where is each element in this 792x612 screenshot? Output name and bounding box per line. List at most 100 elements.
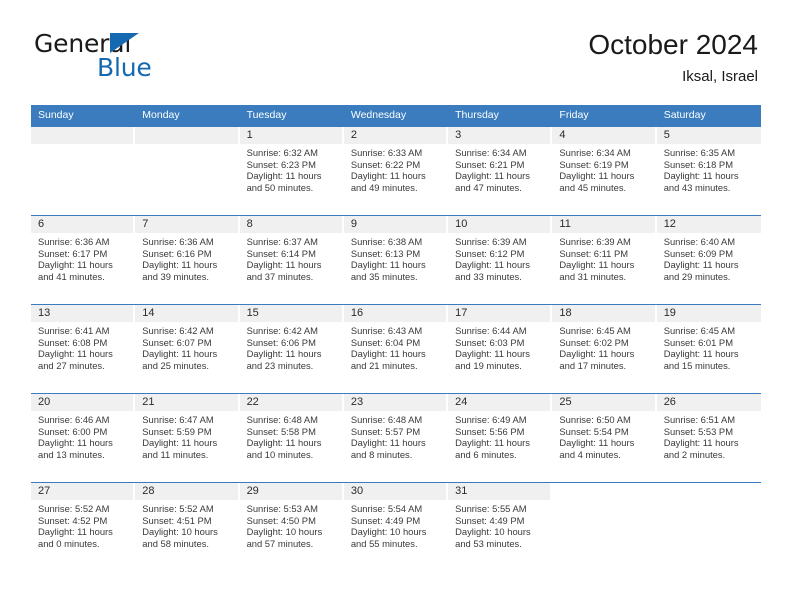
day-cell[interactable]: 6 Sunrise: 6:36 AM Sunset: 6:17 PM Dayli… [31, 216, 135, 304]
day-number: 26 [656, 394, 761, 411]
day-cell[interactable]: 12 Sunrise: 6:40 AM Sunset: 6:09 PM Dayl… [656, 216, 761, 304]
sunset-text: Sunset: 5:57 PM [350, 425, 421, 437]
day-number [657, 483, 761, 500]
sunset-text: Sunset: 6:09 PM [663, 247, 733, 259]
day-cell[interactable]: 25 Sunrise: 6:50 AM Sunset: 5:54 PM Dayl… [552, 394, 656, 482]
day-cell[interactable]: 2 Sunrise: 6:33 AM Sunset: 6:22 PM Dayli… [343, 127, 448, 215]
day-cell[interactable]: 14 Sunrise: 6:42 AM Sunset: 6:07 PM Dayl… [135, 305, 239, 393]
daylight-text-line1: Daylight: 10 hours [142, 526, 218, 538]
weekday-header-friday: Friday [559, 109, 589, 121]
daylight-text-line1: Daylight: 10 hours [350, 526, 427, 538]
day-details [552, 500, 654, 503]
day-number: 6 [31, 216, 134, 233]
sunrise-text: Sunrise: 6:51 AM [663, 414, 736, 425]
sunrise-text: Sunrise: 5:52 AM [38, 503, 110, 514]
weekday-header-thursday: Thursday [455, 109, 499, 121]
week-row: 1 Sunrise: 6:32 AM Sunset: 6:23 PM Dayli… [31, 126, 761, 215]
daylight-text-line1: Daylight: 11 hours [246, 170, 322, 182]
sunrise-text: Sunrise: 6:37 AM [246, 236, 318, 247]
sunset-text: Sunset: 6:17 PM [38, 247, 108, 259]
sunrise-text: Sunrise: 6:36 AM [142, 236, 214, 247]
daylight-text-line2: and 55 minutes. [350, 537, 418, 549]
day-cell[interactable]: 13 Sunrise: 6:41 AM Sunset: 6:08 PM Dayl… [31, 305, 135, 393]
sunset-text: Sunset: 6:22 PM [350, 158, 421, 170]
day-details: Sunrise: 6:38 AM Sunset: 6:13 PM Dayligh… [344, 233, 446, 282]
sunset-text: Sunset: 6:23 PM [246, 158, 316, 170]
daylight-text-line2: and 58 minutes. [142, 537, 209, 549]
day-cell[interactable]: 24 Sunrise: 6:49 AM Sunset: 5:56 PM Dayl… [448, 394, 552, 482]
day-number: 12 [656, 216, 761, 233]
day-number: 29 [239, 483, 342, 500]
day-cell[interactable]: 16 Sunrise: 6:43 AM Sunset: 6:04 PM Dayl… [343, 305, 448, 393]
day-details: Sunrise: 6:39 AM Sunset: 6:11 PM Dayligh… [552, 233, 654, 282]
day-details: Sunrise: 6:36 AM Sunset: 6:16 PM Dayligh… [135, 233, 237, 282]
daylight-text-line2: and 25 minutes. [142, 359, 209, 371]
daylight-text-line1: Daylight: 11 hours [246, 259, 322, 271]
day-cell[interactable]: 8 Sunrise: 6:37 AM Sunset: 6:14 PM Dayli… [239, 216, 344, 304]
day-cell[interactable]: 11 Sunrise: 6:39 AM Sunset: 6:11 PM Dayl… [552, 216, 656, 304]
general-blue-logo[interactable]: General Blue [34, 30, 234, 90]
day-cell[interactable]: 30 Sunrise: 5:54 AM Sunset: 4:49 PM Dayl… [343, 483, 448, 571]
day-cell[interactable]: 31 Sunrise: 5:55 AM Sunset: 4:49 PM Dayl… [448, 483, 552, 571]
sunset-text: Sunset: 6:07 PM [142, 336, 212, 348]
daylight-text-line1: Daylight: 11 hours [455, 437, 530, 449]
daylight-text-line2: and 8 minutes. [350, 448, 413, 460]
day-cell[interactable]: 27 Sunrise: 5:52 AM Sunset: 4:52 PM Dayl… [31, 483, 135, 571]
sunrise-text: Sunrise: 6:42 AM [142, 325, 214, 336]
day-number: 24 [448, 394, 551, 411]
day-cell[interactable]: 23 Sunrise: 6:48 AM Sunset: 5:57 PM Dayl… [343, 394, 448, 482]
daylight-text-line1: Daylight: 10 hours [455, 526, 531, 538]
day-cell[interactable]: 20 Sunrise: 6:46 AM Sunset: 6:00 PM Dayl… [31, 394, 135, 482]
daylight-text-line2: and 13 minutes. [38, 448, 105, 460]
sunset-text: Sunset: 6:08 PM [38, 336, 108, 348]
day-cell[interactable]: 17 Sunrise: 6:44 AM Sunset: 6:03 PM Dayl… [448, 305, 552, 393]
sunset-text: Sunset: 5:58 PM [246, 425, 316, 437]
week-row: 20 Sunrise: 6:46 AM Sunset: 6:00 PM Dayl… [31, 393, 761, 482]
sunrise-text: Sunrise: 6:44 AM [455, 325, 527, 336]
sunset-text: Sunset: 4:52 PM [38, 514, 108, 526]
day-details [657, 500, 761, 503]
daylight-text-line2: and 49 minutes. [350, 181, 418, 193]
day-cell[interactable]: 19 Sunrise: 6:45 AM Sunset: 6:01 PM Dayl… [656, 305, 761, 393]
day-cell[interactable] [135, 127, 239, 215]
sunrise-text: Sunrise: 6:40 AM [663, 236, 736, 247]
day-cell[interactable]: 21 Sunrise: 6:47 AM Sunset: 5:59 PM Dayl… [135, 394, 239, 482]
day-number: 4 [552, 127, 655, 144]
day-cell[interactable]: 29 Sunrise: 5:53 AM Sunset: 4:50 PM Dayl… [239, 483, 344, 571]
day-details: Sunrise: 6:50 AM Sunset: 5:54 PM Dayligh… [552, 411, 654, 460]
sunrise-text: Sunrise: 6:36 AM [38, 236, 110, 247]
day-cell[interactable] [31, 127, 135, 215]
day-number: 19 [656, 305, 761, 322]
day-number: 21 [135, 394, 238, 411]
day-cell[interactable]: 4 Sunrise: 6:34 AM Sunset: 6:19 PM Dayli… [552, 127, 656, 215]
day-cell[interactable]: 5 Sunrise: 6:35 AM Sunset: 6:18 PM Dayli… [656, 127, 761, 215]
day-number: 17 [448, 305, 551, 322]
day-cell[interactable]: 26 Sunrise: 6:51 AM Sunset: 5:53 PM Dayl… [656, 394, 761, 482]
day-number: 27 [31, 483, 134, 500]
day-cell[interactable]: 10 Sunrise: 6:39 AM Sunset: 6:12 PM Dayl… [448, 216, 552, 304]
daylight-text-line2: and 57 minutes. [246, 537, 314, 549]
sunrise-text: Sunrise: 6:39 AM [559, 236, 631, 247]
day-number: 11 [552, 216, 655, 233]
weekday-header-row: Sunday Monday Tuesday Wednesday Thursday… [31, 105, 761, 126]
weekday-header-saturday: Saturday [663, 109, 706, 121]
daylight-text-line1: Daylight: 11 hours [350, 170, 426, 182]
day-details: Sunrise: 6:40 AM Sunset: 6:09 PM Dayligh… [657, 233, 761, 282]
day-cell[interactable] [552, 483, 656, 571]
day-cell[interactable] [657, 483, 761, 571]
day-cell[interactable]: 15 Sunrise: 6:42 AM Sunset: 6:06 PM Dayl… [239, 305, 344, 393]
sunset-text: Sunset: 6:01 PM [663, 336, 733, 348]
day-cell[interactable]: 3 Sunrise: 6:34 AM Sunset: 6:21 PM Dayli… [448, 127, 552, 215]
weekday-header-tuesday: Tuesday [246, 109, 287, 121]
day-cell[interactable]: 9 Sunrise: 6:38 AM Sunset: 6:13 PM Dayli… [343, 216, 448, 304]
sunrise-text: Sunrise: 6:42 AM [246, 325, 318, 336]
day-cell[interactable]: 18 Sunrise: 6:45 AM Sunset: 6:02 PM Dayl… [552, 305, 656, 393]
day-cell[interactable]: 22 Sunrise: 6:48 AM Sunset: 5:58 PM Dayl… [239, 394, 344, 482]
sunrise-text: Sunrise: 6:35 AM [663, 147, 736, 158]
day-cell[interactable]: 1 Sunrise: 6:32 AM Sunset: 6:23 PM Dayli… [239, 127, 344, 215]
day-details: Sunrise: 6:48 AM Sunset: 5:57 PM Dayligh… [344, 411, 446, 460]
day-cell[interactable]: 7 Sunrise: 6:36 AM Sunset: 6:16 PM Dayli… [135, 216, 239, 304]
page-title: October 2024 [588, 29, 758, 60]
day-cell[interactable]: 28 Sunrise: 5:52 AM Sunset: 4:51 PM Dayl… [135, 483, 239, 571]
day-details: Sunrise: 5:55 AM Sunset: 4:49 PM Dayligh… [448, 500, 550, 549]
